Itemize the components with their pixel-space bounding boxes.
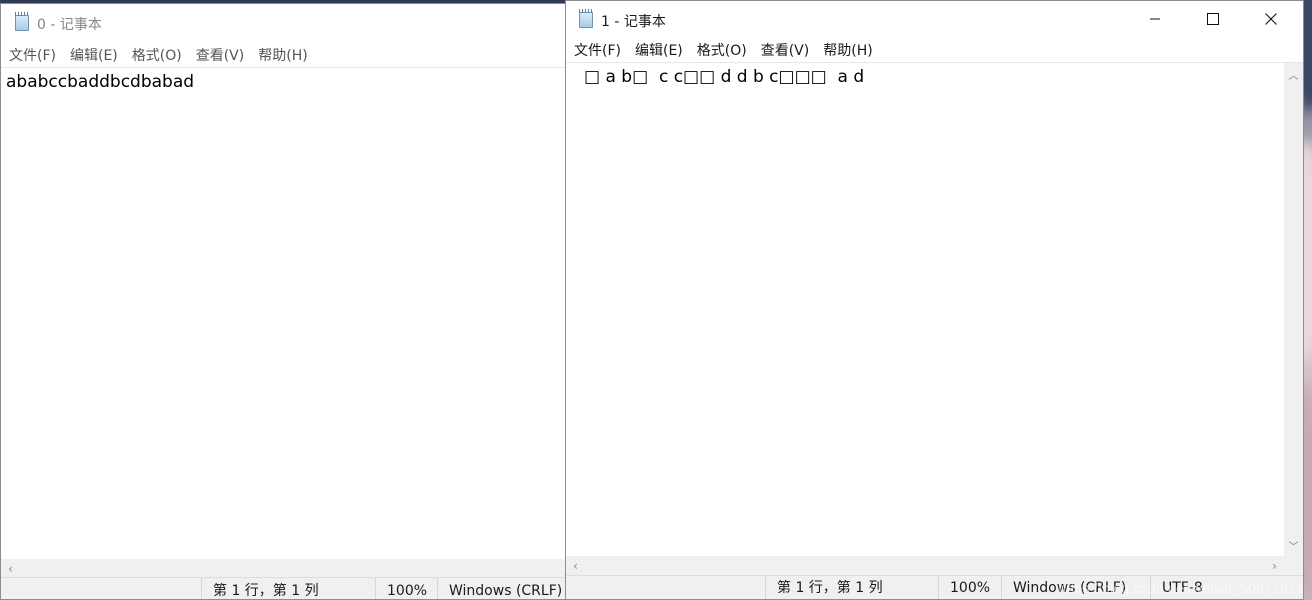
text-editor[interactable]: □ a b□ c c□□ d d b c□□□ a d <box>566 63 1283 557</box>
menu-format[interactable]: 格式(O) <box>690 39 754 63</box>
menu-help[interactable]: 帮助(H) <box>251 44 314 68</box>
menu-file[interactable]: 文件(F) <box>566 39 628 63</box>
menu-bar: 文件(F) 编辑(E) 格式(O) 查看(V) 帮助(H) <box>566 39 1303 63</box>
status-encoding: UTF-8 <box>1150 576 1203 599</box>
maximize-button[interactable] <box>1184 1 1242 37</box>
status-cursor-position: 第 1 行，第 1 列 <box>201 578 319 599</box>
chevron-up-icon[interactable]: ︿ <box>1284 65 1303 84</box>
chevron-down-icon[interactable]: ﹀ <box>1284 536 1303 555</box>
menu-edit[interactable]: 编辑(E) <box>63 44 125 68</box>
menu-file[interactable]: 文件(F) <box>1 44 63 68</box>
title-bar[interactable]: 1 - 记事本 <box>566 1 1303 37</box>
status-line-ending: Windows (CRLF) <box>437 578 562 599</box>
window-title: 1 - 记事本 <box>601 14 666 30</box>
close-button[interactable] <box>1242 1 1300 37</box>
horizontal-scrollbar[interactable]: ‹ <box>1 559 565 578</box>
notepad-icon <box>13 12 31 31</box>
notepad-window-1[interactable]: 1 - 记事本 文件(F) 编辑(E) 格式(O) 查看(V) 帮助(H) □ … <box>565 0 1304 600</box>
menu-format[interactable]: 格式(O) <box>125 44 189 68</box>
status-bar: 第 1 行，第 1 列 100% Windows (CRLF) UTF-8 <box>566 575 1303 599</box>
minimize-icon <box>1150 18 1160 20</box>
chevron-left-icon[interactable]: ‹ <box>1 559 20 578</box>
menu-help[interactable]: 帮助(H) <box>816 39 879 63</box>
minimize-button[interactable] <box>1126 1 1184 37</box>
divider <box>1 67 565 68</box>
menu-bar: 文件(F) 编辑(E) 格式(O) 查看(V) 帮助(H) <box>1 44 565 68</box>
status-bar: 第 1 行，第 1 列 100% Windows (CRLF) <box>1 577 565 599</box>
chevron-right-icon[interactable]: › <box>1265 556 1284 575</box>
notepad-icon <box>577 9 595 28</box>
scrollbar-corner <box>1284 556 1303 575</box>
text-editor[interactable]: ababccbaddbcdbabad <box>1 70 565 561</box>
maximize-icon <box>1207 13 1219 25</box>
close-icon <box>1265 13 1277 25</box>
notepad-window-0[interactable]: 0 - 记事本 文件(F) 编辑(E) 格式(O) 查看(V) 帮助(H) ab… <box>0 3 566 600</box>
menu-view[interactable]: 查看(V) <box>189 44 252 68</box>
desktop-background: 0 - 记事本 文件(F) 编辑(E) 格式(O) 查看(V) 帮助(H) ab… <box>0 0 1312 600</box>
status-line-ending: Windows (CRLF) <box>1001 576 1126 599</box>
vertical-scrollbar[interactable]: ︿ ﹀ <box>1284 63 1303 557</box>
menu-edit[interactable]: 编辑(E) <box>628 39 690 63</box>
status-zoom: 100% <box>938 576 990 599</box>
menu-view[interactable]: 查看(V) <box>754 39 817 63</box>
status-zoom: 100% <box>375 578 427 599</box>
title-bar[interactable]: 0 - 记事本 <box>1 4 565 40</box>
horizontal-scrollbar[interactable]: ‹ › <box>566 556 1284 575</box>
window-title: 0 - 记事本 <box>37 17 102 33</box>
chevron-left-icon[interactable]: ‹ <box>566 556 585 575</box>
status-cursor-position: 第 1 行，第 1 列 <box>765 576 883 599</box>
